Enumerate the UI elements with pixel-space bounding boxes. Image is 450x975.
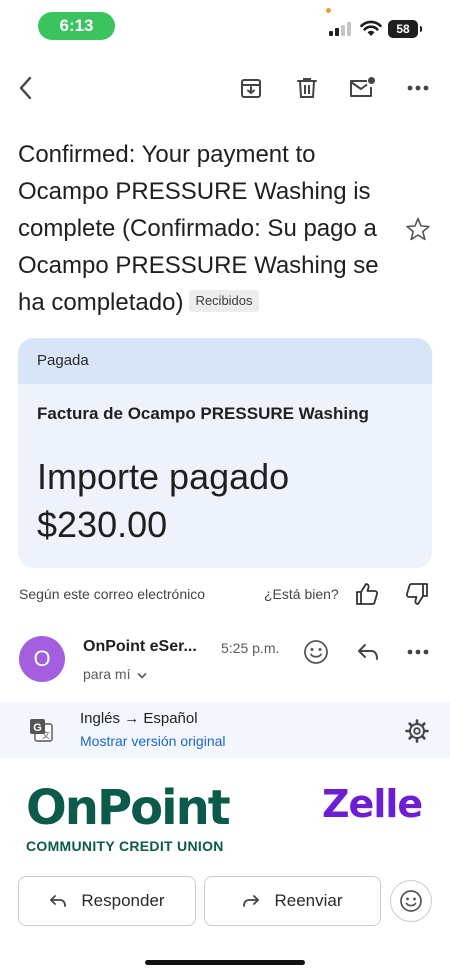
translation-languages: Inglés → Español: [80, 710, 198, 727]
svg-text:文: 文: [42, 730, 50, 740]
gear-icon[interactable]: [404, 718, 430, 744]
message-more-button[interactable]: [402, 636, 434, 668]
wifi-icon: [360, 20, 382, 36]
translate-icon: G 文: [30, 719, 53, 742]
reply-action-button[interactable]: Responder: [18, 876, 196, 926]
archive-button[interactable]: [235, 72, 267, 104]
email-toolbar: [0, 66, 450, 110]
zelle-logo: Zelle: [322, 782, 423, 826]
forward-label: Reenviar: [274, 891, 343, 910]
payment-summary-card: Pagada Factura de Ocampo PRESSURE Washin…: [18, 338, 432, 568]
add-reaction-button[interactable]: [300, 636, 332, 668]
feedback-question: ¿Está bien?: [264, 586, 339, 602]
translation-bar: G 文 Inglés → Español Mostrar versión ori…: [0, 702, 450, 758]
reply-icon: [50, 895, 67, 907]
delete-button[interactable]: [291, 72, 323, 104]
amount-paid-label: Importe pagado: [37, 456, 290, 497]
inbox-label-chip[interactable]: Recibidos: [189, 289, 259, 312]
emoji-reaction-button[interactable]: [390, 880, 432, 922]
summary-feedback-row: Según este correo electrónico ¿Está bien…: [0, 578, 450, 610]
status-bar: 6:13 58: [0, 0, 450, 50]
more-horizontal-icon: [407, 649, 429, 655]
reply-button[interactable]: [352, 636, 384, 668]
chevron-down-icon: [137, 672, 147, 679]
invoice-title: Factura de Ocampo PRESSURE Washing: [37, 404, 369, 423]
onpoint-logo-tagline: COMMUNITY CREDIT UNION: [26, 838, 224, 854]
star-icon[interactable]: [405, 216, 431, 242]
emoji-icon: [400, 890, 422, 912]
status-time: 6:13: [38, 12, 115, 40]
forward-action-button[interactable]: Reenviar: [204, 876, 381, 926]
show-original-link[interactable]: Mostrar versión original: [80, 733, 226, 749]
trash-icon: [297, 78, 317, 98]
mark-unread-button[interactable]: [346, 72, 378, 104]
emoji-icon: [304, 640, 328, 664]
reply-label: Responder: [81, 891, 165, 910]
svg-text:G: G: [33, 722, 42, 734]
amount-paid-value: $230.00: [37, 504, 168, 545]
cellular-signal-icon: [329, 22, 351, 36]
recipient-details-toggle[interactable]: para mí: [83, 666, 147, 682]
privacy-indicator-dot: [326, 8, 331, 13]
chevron-left-icon: [19, 76, 32, 100]
onpoint-logo: OnPoint COMMUNITY CREDIT UNION: [26, 780, 231, 860]
onpoint-logo-name: OnPoint: [26, 780, 231, 836]
thumbs-up-icon[interactable]: [354, 581, 380, 607]
email-subject: Confirmed: Your payment to Ocampo PRESSU…: [18, 136, 403, 321]
payment-status: Pagada: [18, 338, 432, 384]
sender-name: OnPoint eSer...: [83, 638, 197, 655]
feedback-source-text: Según este correo electrónico: [19, 586, 205, 602]
more-options-button[interactable]: [402, 72, 434, 104]
sent-time: 5:25 p.m.: [221, 640, 280, 656]
archive-icon: [241, 79, 261, 98]
more-horizontal-icon: [407, 85, 429, 91]
sender-avatar[interactable]: O: [19, 636, 65, 682]
home-indicator[interactable]: [145, 960, 305, 965]
mark-unread-icon: [350, 77, 375, 97]
forward-icon: [243, 895, 260, 907]
recipient-text: para mí: [83, 666, 131, 682]
thumbs-down-icon[interactable]: [404, 581, 430, 607]
back-button[interactable]: [10, 72, 42, 104]
battery-indicator: 58: [388, 20, 422, 38]
reply-icon: [358, 644, 378, 660]
